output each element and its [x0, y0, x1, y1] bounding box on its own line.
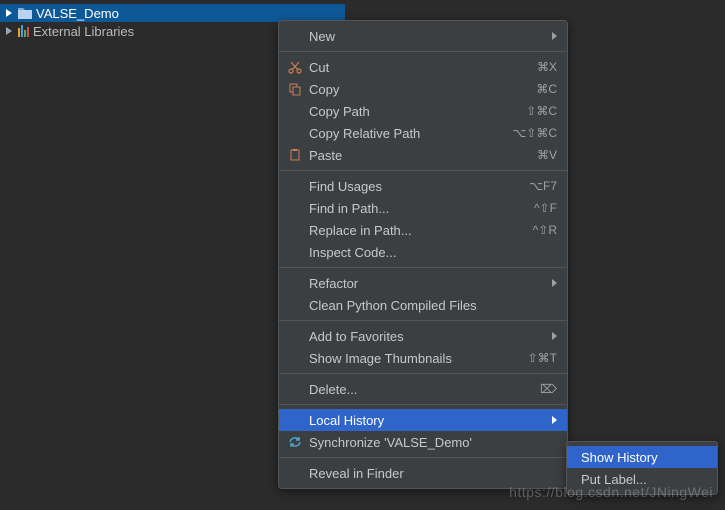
external-libraries-label: External Libraries	[33, 24, 134, 39]
menu-new[interactable]: New	[279, 25, 567, 47]
menu-separator	[279, 320, 567, 321]
scissors-icon	[287, 59, 303, 75]
shortcut-label: ^⇧F	[534, 201, 557, 215]
menu-local-history[interactable]: Local History	[279, 409, 567, 431]
blank-icon	[287, 465, 303, 481]
blank-icon	[287, 178, 303, 194]
menu-copy-path[interactable]: Copy Path ⇧⌘C	[279, 100, 567, 122]
blank-icon	[287, 381, 303, 397]
shortcut-label: ⌘C	[536, 82, 557, 96]
blank-icon	[287, 103, 303, 119]
menu-inspect-code[interactable]: Inspect Code...	[279, 241, 567, 263]
blank-icon	[287, 350, 303, 366]
blank-icon	[287, 28, 303, 44]
shortcut-label: ⌥⇧⌘C	[512, 126, 557, 140]
menu-clean-python-compiled[interactable]: Clean Python Compiled Files	[279, 294, 567, 316]
shortcut-label: ⌘X	[537, 60, 557, 74]
menu-add-to-favorites[interactable]: Add to Favorites	[279, 325, 567, 347]
menu-paste[interactable]: Paste ⌘V	[279, 144, 567, 166]
submenu-arrow-icon	[552, 332, 557, 340]
menu-separator	[279, 170, 567, 171]
shortcut-label: ⌥F7	[529, 179, 557, 193]
blank-icon	[287, 244, 303, 260]
shortcut-label: ⌦	[540, 382, 557, 396]
menu-separator	[279, 373, 567, 374]
paste-icon	[287, 147, 303, 163]
menu-find-usages[interactable]: Find Usages ⌥F7	[279, 175, 567, 197]
menu-cut[interactable]: Cut ⌘X	[279, 56, 567, 78]
menu-replace-in-path[interactable]: Replace in Path... ^⇧R	[279, 219, 567, 241]
blank-icon	[287, 275, 303, 291]
menu-separator	[279, 404, 567, 405]
submenu-arrow-icon	[552, 279, 557, 287]
shortcut-label: ^⇧R	[533, 223, 557, 237]
context-menu: New Cut ⌘X Copy ⌘C Copy Path ⇧⌘C Copy Re…	[278, 20, 568, 489]
menu-refactor[interactable]: Refactor	[279, 272, 567, 294]
blank-icon	[287, 328, 303, 344]
expand-collapse-icon[interactable]	[6, 27, 12, 35]
folder-icon	[18, 7, 32, 19]
blank-icon	[287, 125, 303, 141]
menu-copy[interactable]: Copy ⌘C	[279, 78, 567, 100]
watermark-text: https://blog.csdn.net/JNingWei	[509, 484, 713, 500]
blank-icon	[287, 200, 303, 216]
blank-icon	[287, 412, 303, 428]
shortcut-label: ⇧⌘C	[526, 104, 557, 118]
menu-delete[interactable]: Delete... ⌦	[279, 378, 567, 400]
blank-icon	[287, 297, 303, 313]
menu-separator	[279, 51, 567, 52]
menu-show-image-thumbnails[interactable]: Show Image Thumbnails ⇧⌘T	[279, 347, 567, 369]
menu-separator	[279, 457, 567, 458]
sync-icon	[287, 434, 303, 450]
menu-synchronize[interactable]: Synchronize 'VALSE_Demo'	[279, 431, 567, 453]
expand-collapse-icon[interactable]	[6, 9, 12, 17]
blank-icon	[287, 222, 303, 238]
shortcut-label: ⇧⌘T	[528, 351, 557, 365]
shortcut-label: ⌘V	[537, 148, 557, 162]
submenu-show-history[interactable]: Show History	[567, 446, 717, 468]
submenu-arrow-icon	[552, 32, 557, 40]
project-name-label: VALSE_Demo	[36, 6, 119, 21]
external-libraries-icon	[18, 25, 29, 37]
menu-reveal-in-finder[interactable]: Reveal in Finder	[279, 462, 567, 484]
submenu-arrow-icon	[552, 416, 557, 424]
menu-copy-relative-path[interactable]: Copy Relative Path ⌥⇧⌘C	[279, 122, 567, 144]
menu-find-in-path[interactable]: Find in Path... ^⇧F	[279, 197, 567, 219]
menu-separator	[279, 267, 567, 268]
copy-icon	[287, 81, 303, 97]
